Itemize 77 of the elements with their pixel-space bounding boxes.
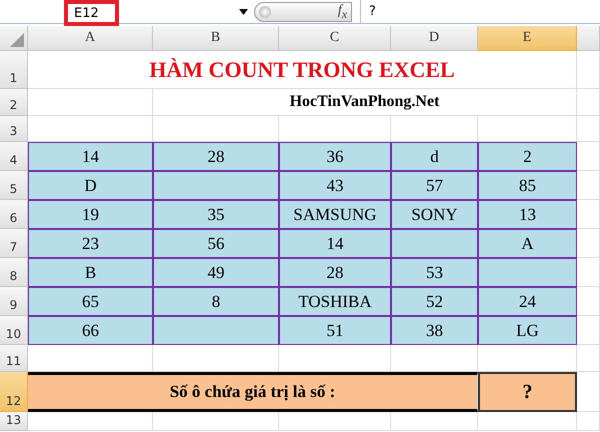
result-cell[interactable]: ?	[478, 372, 577, 412]
table-cell: 36	[279, 142, 391, 171]
row-header[interactable]: 11	[0, 345, 28, 372]
table-cell: TOSHIBA	[279, 287, 391, 316]
empty-cell[interactable]	[478, 412, 577, 431]
table-cell: A	[478, 229, 577, 258]
table-cell: SAMSUNG	[279, 200, 391, 229]
empty-cell[interactable]	[577, 345, 600, 372]
table-cell: 52	[391, 287, 478, 316]
table-cell: d	[391, 142, 478, 171]
triangle-icon	[10, 33, 24, 47]
table-cell: 57	[391, 171, 478, 200]
empty-cell[interactable]	[577, 229, 600, 258]
column-header[interactable]: B	[153, 26, 279, 51]
table-cell: 66	[28, 316, 153, 345]
column-header[interactable]: C	[279, 26, 391, 51]
row-header[interactable]: 13	[0, 412, 28, 431]
row-header[interactable]: 8	[0, 258, 28, 287]
table-cell: SONY	[391, 200, 478, 229]
table-cell: 8	[153, 287, 279, 316]
table-cell: 51	[279, 316, 391, 345]
column-header[interactable]: A	[28, 26, 153, 51]
empty-cell[interactable]	[577, 287, 600, 316]
table-cell: 65	[28, 287, 153, 316]
row-header[interactable]: 5	[0, 171, 28, 200]
row-header[interactable]: 7	[0, 229, 28, 258]
caret-icon[interactable]	[239, 8, 248, 14]
table-cell: 13	[478, 200, 577, 229]
column-header[interactable]: E	[478, 26, 577, 51]
empty-cell[interactable]	[577, 142, 600, 171]
table-cell: 56	[153, 229, 279, 258]
row-header[interactable]: 3	[0, 116, 28, 142]
empty-cell[interactable]	[153, 412, 279, 431]
website-name: HocTinVanPhong.Net	[153, 89, 577, 116]
table-cell: 19	[28, 200, 153, 229]
table-cell: 2	[478, 142, 577, 171]
row-header[interactable]: 12	[0, 372, 28, 412]
table-cell: 28	[153, 142, 279, 171]
empty-cell[interactable]	[391, 412, 478, 431]
table-cell: D	[28, 171, 153, 200]
formula-field[interactable]: ?	[360, 0, 600, 23]
empty-cell[interactable]	[577, 412, 600, 431]
result-label: Số ô chứa giá trị là số :	[28, 372, 478, 412]
row-header[interactable]: 2	[0, 89, 28, 116]
table-cell: 85	[478, 171, 577, 200]
table-cell: 24	[478, 287, 577, 316]
table-cell: 14	[28, 142, 153, 171]
row-header[interactable]: 4	[0, 142, 28, 171]
table-cell: B	[28, 258, 153, 287]
insert-function-button[interactable]: f$_{x}$	[338, 2, 347, 20]
empty-cell[interactable]	[577, 200, 600, 229]
knob-icon	[259, 6, 271, 18]
name-box[interactable]: E12	[64, 0, 119, 26]
table-cell: 35	[153, 200, 279, 229]
table-cell: 14	[279, 229, 391, 258]
column-header[interactable]	[577, 26, 600, 51]
table-cell: 53	[391, 258, 478, 287]
row-header[interactable]: 6	[0, 200, 28, 229]
row-header[interactable]: 10	[0, 316, 28, 345]
empty-cell[interactable]	[577, 316, 600, 345]
empty-cell[interactable]	[577, 89, 600, 116]
empty-cell[interactable]	[577, 171, 600, 200]
table-cell: 49	[153, 258, 279, 287]
empty-cell[interactable]	[279, 412, 391, 431]
table-cell: 28	[279, 258, 391, 287]
column-header[interactable]: D	[391, 26, 478, 51]
table-cell: 43	[279, 171, 391, 200]
empty-cell[interactable]	[577, 116, 600, 142]
row-header[interactable]: 9	[0, 287, 28, 316]
table-cell: LG	[478, 316, 577, 345]
sheet-title: HÀM COUNT TRONG EXCEL	[28, 51, 577, 89]
empty-cell[interactable]	[577, 258, 600, 287]
row-header[interactable]: 1	[0, 51, 28, 89]
table-cell: 23	[28, 229, 153, 258]
select-all-button[interactable]	[0, 26, 28, 51]
table-cell: 38	[391, 316, 478, 345]
empty-cell[interactable]	[577, 372, 600, 412]
